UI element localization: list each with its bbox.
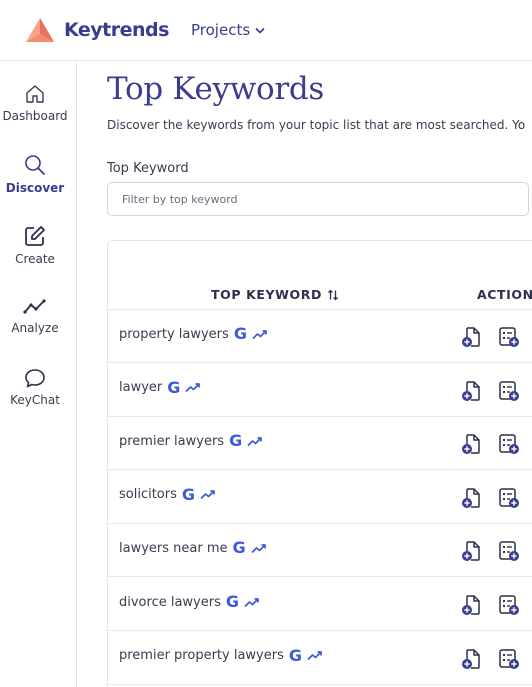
- add-to-list-button[interactable]: [498, 487, 520, 513]
- page-subtitle: Discover the keywords from your topic li…: [107, 118, 526, 132]
- sidebar-item-label: Analyze: [11, 321, 59, 335]
- table-row: lawyer G: [108, 364, 532, 417]
- brand-name: Keytrends: [64, 19, 169, 41]
- home-icon: [26, 85, 44, 103]
- trends-icon[interactable]: [180, 382, 201, 393]
- keywords-table: TOP KEYWORD ACTIONS property lawyers Glaw…: [107, 240, 532, 687]
- google-search-icon[interactable]: G: [233, 540, 246, 556]
- create-document-button[interactable]: [461, 540, 483, 566]
- google-search-icon[interactable]: G: [226, 594, 239, 610]
- sidebar-item-dashboard[interactable]: Dashboard: [0, 83, 70, 123]
- table-row: divorce lawyers G: [108, 578, 532, 631]
- table-row: solicitors G: [108, 471, 532, 524]
- table-row: lawyers near me G: [108, 524, 532, 578]
- top-bar: Keytrends Projects: [0, 0, 532, 61]
- keyword-cell: premier lawyers G: [119, 433, 263, 449]
- search-icon: [25, 155, 45, 175]
- table-row: premier lawyers G: [108, 417, 532, 471]
- keyword-cell: property lawyers G: [119, 326, 268, 342]
- keytrends-logo-icon: [26, 18, 54, 42]
- keyword-cell: solicitors G: [119, 486, 216, 503]
- sidebar-item-create[interactable]: Create: [0, 224, 70, 266]
- keyword-text: solicitors: [119, 487, 177, 503]
- add-to-list-button[interactable]: [498, 326, 520, 352]
- column-header-top-keyword[interactable]: TOP KEYWORD: [211, 287, 339, 302]
- trend-icon: [23, 299, 46, 314]
- keyword-text: divorce lawyers: [119, 594, 221, 610]
- add-to-list-button[interactable]: [498, 594, 520, 620]
- keyword-cell: lawyers near me G: [119, 540, 267, 556]
- keyword-text: lawyers near me: [119, 540, 228, 556]
- create-document-button[interactable]: [461, 326, 483, 352]
- keyword-text: premier property lawyers: [119, 648, 284, 664]
- keyword-cell: premier property lawyers G: [119, 647, 323, 664]
- sidebar-item-analyze[interactable]: Analyze: [0, 297, 70, 335]
- main-content: Top Keywords Discover the keywords from …: [77, 61, 532, 687]
- trends-icon[interactable]: [302, 650, 323, 661]
- trends-icon[interactable]: [246, 543, 267, 554]
- edit-icon: [25, 226, 45, 246]
- projects-label: Projects: [191, 21, 251, 39]
- google-search-icon[interactable]: G: [167, 379, 180, 396]
- create-document-button[interactable]: [461, 433, 483, 459]
- create-document-button[interactable]: [461, 648, 483, 674]
- keyword-text: lawyer: [119, 380, 163, 396]
- filter-label: Top Keyword: [107, 161, 189, 176]
- sidebar-item-label: Dashboard: [2, 109, 68, 123]
- create-document-button[interactable]: [461, 380, 483, 406]
- add-to-list-button[interactable]: [498, 433, 520, 459]
- sidebar-item-label: KeyChat: [10, 393, 60, 407]
- chevron-down-icon: [255, 27, 265, 34]
- trends-icon[interactable]: [239, 597, 260, 608]
- google-search-icon[interactable]: G: [182, 486, 195, 503]
- google-search-icon[interactable]: G: [229, 433, 242, 449]
- add-to-list-button[interactable]: [498, 540, 520, 566]
- top-keyword-filter-input[interactable]: [107, 182, 529, 216]
- trends-icon[interactable]: [247, 329, 268, 340]
- column-header-actions: ACTIONS: [477, 287, 532, 302]
- keyword-cell: divorce lawyers G: [119, 594, 260, 610]
- trends-icon[interactable]: [195, 489, 216, 500]
- brand-logo[interactable]: Keytrends: [25, 17, 169, 43]
- sidebar: Dashboard Discover Create Analyze KeyCha…: [0, 61, 77, 687]
- column-header-label: TOP KEYWORD: [211, 287, 322, 302]
- sort-icon: [328, 289, 338, 300]
- create-document-button[interactable]: [461, 487, 483, 513]
- sidebar-item-keychat[interactable]: KeyChat: [0, 367, 70, 407]
- google-search-icon[interactable]: G: [234, 326, 247, 342]
- add-to-list-button[interactable]: [498, 648, 520, 674]
- sidebar-item-discover[interactable]: Discover: [0, 153, 70, 195]
- sidebar-item-label: Create: [15, 252, 55, 266]
- keyword-text: property lawyers: [119, 326, 229, 342]
- trends-icon[interactable]: [242, 436, 263, 447]
- table-row: property lawyers G: [108, 310, 532, 363]
- keyword-cell: lawyer G: [119, 379, 201, 396]
- chat-icon: [25, 369, 45, 388]
- create-document-button[interactable]: [461, 594, 483, 620]
- keyword-text: premier lawyers: [119, 433, 225, 449]
- add-to-list-button[interactable]: [498, 380, 520, 406]
- sidebar-item-label: Discover: [5, 181, 65, 195]
- page-title: Top Keywords: [107, 71, 324, 107]
- table-row: premier property lawyers G: [108, 632, 532, 685]
- google-search-icon[interactable]: G: [289, 647, 302, 664]
- projects-dropdown[interactable]: Projects: [191, 21, 265, 39]
